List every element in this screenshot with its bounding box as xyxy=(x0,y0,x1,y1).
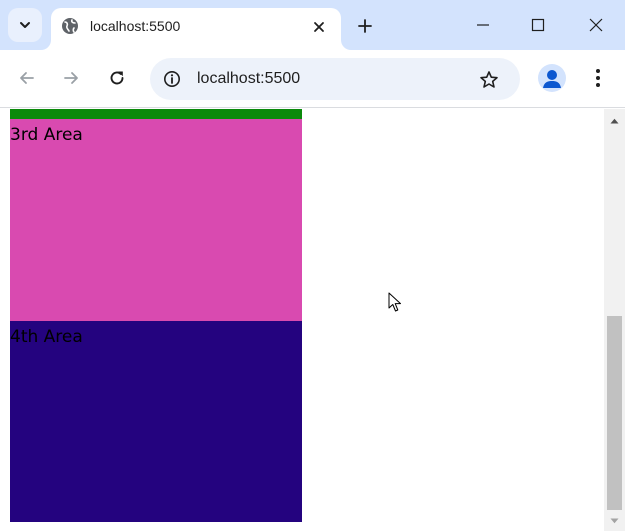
maximize-icon xyxy=(531,18,545,32)
second-area xyxy=(10,109,302,119)
kebab-menu-icon xyxy=(596,69,600,87)
maximize-button[interactable] xyxy=(518,6,558,44)
mouse-cursor-icon xyxy=(388,292,401,312)
plus-icon xyxy=(358,19,372,33)
tab-strip: localhost:5500 xyxy=(0,0,625,50)
vertical-scrollbar[interactable] xyxy=(604,109,625,531)
profile-button[interactable] xyxy=(538,64,566,92)
page-viewport: 3rd Area 4th Area xyxy=(0,109,604,531)
minimize-button[interactable] xyxy=(463,6,503,44)
back-button[interactable] xyxy=(13,64,41,92)
forward-button[interactable] xyxy=(57,64,85,92)
browser-toolbar: localhost:5500 xyxy=(0,50,625,108)
person-icon xyxy=(543,70,561,88)
scrollbar-thumb[interactable] xyxy=(607,316,622,510)
browser-menu-button[interactable] xyxy=(584,64,612,92)
close-icon xyxy=(589,18,603,32)
tab-title: localhost:5500 xyxy=(90,18,181,34)
fourth-area-label: 4th Area xyxy=(10,327,83,347)
third-area-label: 3rd Area xyxy=(10,125,83,145)
chevron-down-icon xyxy=(20,22,30,28)
site-info-button[interactable] xyxy=(158,65,186,93)
minimize-icon xyxy=(477,24,489,26)
caret-up-icon xyxy=(610,118,619,124)
star-icon xyxy=(480,71,498,88)
bookmark-button[interactable] xyxy=(476,67,502,93)
scroll-up-button[interactable] xyxy=(604,111,625,131)
tab-close-button[interactable] xyxy=(309,17,329,37)
fourth-area: 4th Area xyxy=(10,321,302,522)
reload-button[interactable] xyxy=(103,64,131,92)
url-text[interactable]: localhost:5500 xyxy=(197,70,300,88)
globe-icon xyxy=(62,18,78,34)
address-bar[interactable]: localhost:5500 xyxy=(150,58,520,100)
info-icon xyxy=(164,71,180,87)
window-close-button[interactable] xyxy=(576,6,616,44)
active-tab[interactable]: localhost:5500 xyxy=(51,8,341,50)
caret-down-icon xyxy=(610,518,619,524)
close-icon xyxy=(314,22,324,32)
arrow-right-icon xyxy=(64,72,78,84)
arrow-left-icon xyxy=(20,72,34,84)
tab-search-button[interactable] xyxy=(8,8,42,42)
scroll-down-button[interactable] xyxy=(604,511,625,531)
reload-icon xyxy=(110,71,124,85)
third-area: 3rd Area xyxy=(10,119,302,321)
new-tab-button[interactable] xyxy=(352,13,378,39)
